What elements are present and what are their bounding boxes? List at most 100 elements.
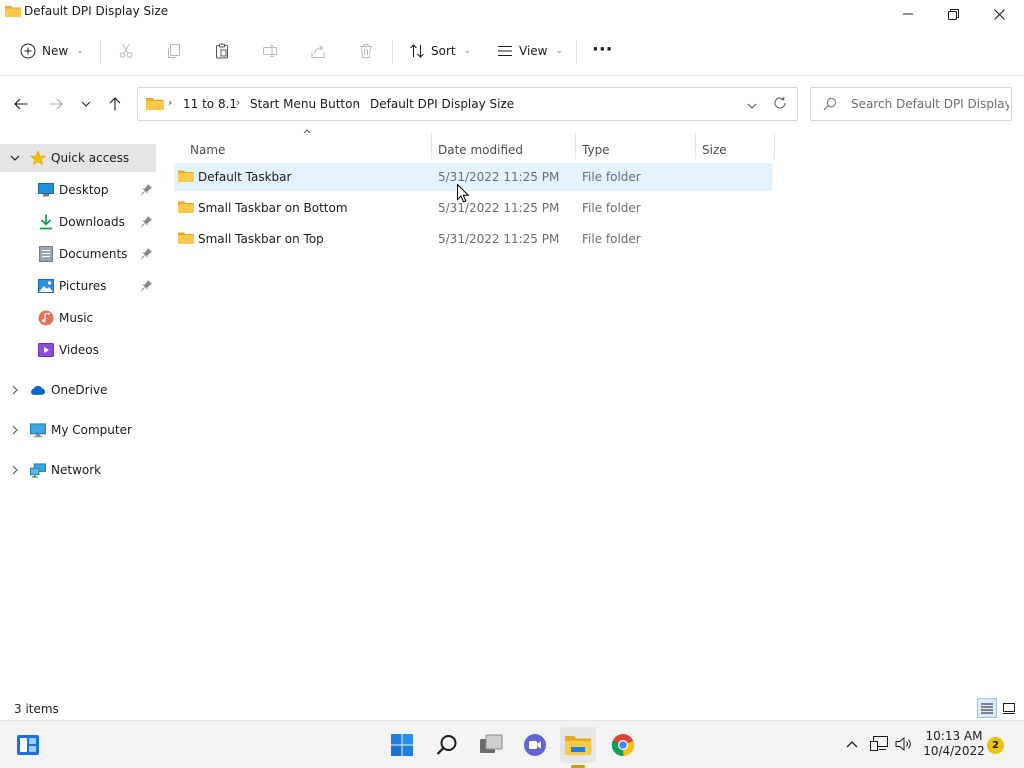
sidebar-item-desktop[interactable]: Desktop: [0, 176, 156, 204]
sidebar-item-documents[interactable]: Documents: [0, 240, 156, 268]
chevron-down-icon: ⌄: [76, 46, 84, 56]
chevron-down-icon: [81, 101, 91, 107]
show-hidden-icons-button[interactable]: [843, 735, 861, 753]
delete-button[interactable]: [356, 41, 376, 61]
task-view-button[interactable]: [473, 727, 509, 763]
desktop-icon: [38, 182, 54, 198]
new-button[interactable]: New ⌄: [20, 38, 84, 64]
column-header-size[interactable]: Size: [702, 137, 727, 163]
taskbar: 10:13 AM 10/4/2022 2: [0, 720, 1024, 768]
sidebar-item-quick-access[interactable]: Quick access: [0, 144, 156, 172]
chrome-button[interactable]: [605, 727, 641, 763]
breadcrumb-separator: ›: [355, 96, 360, 109]
view-icon: [498, 46, 512, 56]
sidebar-item-onedrive[interactable]: OneDrive: [0, 376, 156, 404]
forward-button[interactable]: [45, 93, 67, 115]
sidebar-item-label: OneDrive: [51, 383, 108, 397]
chevron-right-icon[interactable]: [8, 423, 22, 437]
file-type: File folder: [582, 201, 641, 215]
column-divider[interactable]: [774, 133, 775, 159]
file-explorer-button[interactable]: [560, 727, 596, 763]
network-icon: [30, 462, 46, 478]
view-label: View: [519, 44, 548, 58]
documents-icon: [38, 246, 54, 262]
mouse-cursor-icon: [457, 183, 470, 206]
address-bar[interactable]: › 11 to 8.1 › Start Menu Button › Defaul…: [137, 87, 798, 121]
file-type: File folder: [582, 232, 641, 246]
search-box[interactable]: Search Default DPI Display Si...: [810, 87, 1012, 121]
back-button[interactable]: [10, 93, 32, 115]
chrome-icon: [611, 734, 635, 757]
column-divider[interactable]: [695, 133, 696, 159]
sidebar-item-music[interactable]: Music: [0, 304, 156, 332]
system-clock[interactable]: 10:13 AM 10/4/2022: [922, 729, 986, 759]
column-divider[interactable]: [575, 133, 576, 159]
details-view-button[interactable]: [977, 698, 997, 718]
search-icon: [823, 97, 837, 114]
task-view-icon: [480, 734, 503, 753]
downloads-icon: [38, 214, 54, 230]
breadcrumb-item[interactable]: Default DPI Display Size: [370, 97, 514, 111]
chevron-right-icon[interactable]: [8, 463, 22, 477]
title-bar: Default DPI Display Size: [0, 0, 1024, 28]
notification-badge[interactable]: 2: [987, 737, 1004, 754]
rename-button[interactable]: [260, 41, 280, 61]
sidebar-item-downloads[interactable]: Downloads: [0, 208, 156, 236]
share-button[interactable]: [308, 41, 328, 61]
sort-icon: [410, 44, 424, 58]
sidebar-item-network[interactable]: Network: [0, 456, 156, 484]
search-icon: [436, 735, 457, 755]
pin-icon: [141, 279, 153, 294]
breadcrumb-separator: ›: [236, 96, 241, 109]
refresh-button[interactable]: [773, 96, 787, 113]
table-row[interactable]: Default Taskbar 5/31/2022 11:25 PM File …: [174, 163, 772, 191]
table-row[interactable]: Small Taskbar on Bottom 5/31/2022 11:25 …: [174, 194, 772, 222]
search-input[interactable]: Search Default DPI Display Si...: [851, 97, 1009, 111]
column-divider[interactable]: [431, 133, 432, 159]
restore-button[interactable]: [930, 0, 976, 28]
folder-icon: [178, 231, 194, 248]
start-button[interactable]: [384, 727, 420, 763]
navigation-pane: Quick access Desktop Downloads Documents: [0, 131, 158, 698]
breadcrumb-item[interactable]: 11 to 8.1: [183, 97, 237, 111]
search-button[interactable]: [429, 727, 465, 763]
table-row[interactable]: Small Taskbar on Top 5/31/2022 11:25 PM …: [174, 225, 772, 253]
column-header-date[interactable]: Date modified: [438, 137, 523, 163]
view-button[interactable]: View ⌄: [497, 38, 563, 64]
address-dropdown-button[interactable]: [747, 98, 757, 112]
sidebar-item-pictures[interactable]: Pictures: [0, 272, 156, 300]
teams-chat-button[interactable]: [517, 727, 553, 763]
sidebar-item-my-computer[interactable]: My Computer: [0, 416, 156, 444]
cut-button[interactable]: [116, 41, 136, 61]
clock-date: 10/4/2022: [923, 744, 985, 758]
file-type: File folder: [582, 170, 641, 184]
widgets-button[interactable]: [10, 727, 46, 763]
network-status-button[interactable]: [870, 735, 888, 753]
sidebar-item-label: Documents: [59, 247, 128, 261]
recent-locations-button[interactable]: [75, 93, 97, 115]
minimize-button[interactable]: [885, 0, 931, 28]
item-count: 3 items: [14, 702, 59, 716]
column-header-name[interactable]: Name: [190, 137, 225, 163]
paste-button[interactable]: [212, 41, 232, 61]
folder-icon: [146, 96, 164, 114]
chevron-down-icon[interactable]: [8, 151, 22, 165]
copy-button[interactable]: [164, 41, 184, 61]
breadcrumb-item[interactable]: Start Menu Button: [250, 97, 360, 111]
column-header-type[interactable]: Type: [582, 137, 610, 163]
close-button[interactable]: [976, 0, 1022, 28]
volume-button[interactable]: [895, 735, 913, 753]
sort-button[interactable]: Sort ⌄: [409, 38, 471, 64]
file-date: 5/31/2022 11:25 PM: [438, 232, 560, 246]
chevron-right-icon[interactable]: [8, 383, 22, 397]
more-options-button[interactable]: ···: [592, 36, 613, 62]
file-name: Small Taskbar on Top: [198, 232, 324, 246]
column-header-label: Name: [190, 143, 226, 157]
ethernet-icon: [870, 736, 888, 751]
folder-icon: [178, 169, 194, 186]
large-icons-view-button[interactable]: [999, 698, 1019, 718]
trash-icon: [360, 44, 372, 58]
sidebar-item-videos[interactable]: Videos: [0, 336, 156, 364]
star-icon: [30, 150, 46, 166]
up-button[interactable]: [104, 93, 126, 115]
